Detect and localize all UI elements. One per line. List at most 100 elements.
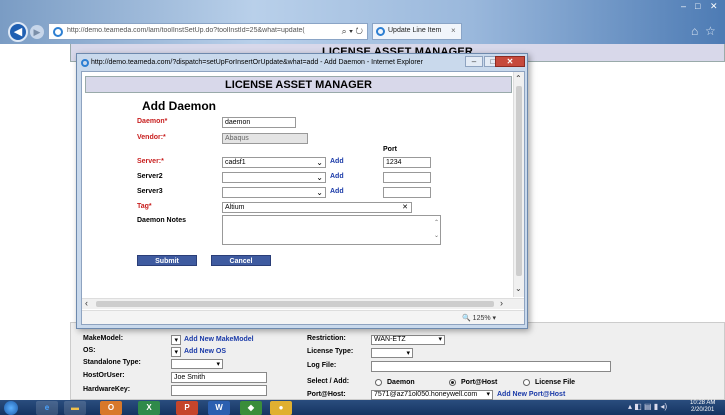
ie-taskbar-icon[interactable]: e — [36, 401, 58, 415]
server-select[interactable]: cadsf1 ⌄ — [222, 157, 326, 168]
clock[interactable]: 10:28 AM 2/20/201 — [690, 400, 715, 414]
popup-close-button[interactable]: ✕ — [495, 56, 525, 67]
hostoruser-input[interactable]: Joe Smith — [171, 372, 267, 383]
hostoruser-label: HostOrUser: — [83, 372, 125, 379]
server3-port-input[interactable] — [383, 187, 431, 198]
makemodel-label: MakeModel: — [83, 335, 124, 342]
radio-porthost-label: Port@Host — [461, 379, 498, 386]
textarea-scroll-icon: ⌃ ⌄ — [433, 220, 439, 239]
vertical-scroll-thumb[interactable] — [516, 86, 522, 276]
port-column-header: Port — [383, 146, 397, 153]
hardwarekey-label: HardwareKey: — [83, 386, 131, 393]
server-port-input[interactable]: 1234 — [383, 157, 431, 168]
server3-label: Server3 — [137, 188, 163, 195]
horizontal-scrollbar[interactable]: ‹ › — [82, 298, 524, 309]
ie-icon — [81, 59, 89, 67]
ie-icon — [53, 27, 63, 37]
close-window-icon[interactable]: ✕ — [710, 1, 718, 12]
submit-button[interactable]: Submit — [137, 255, 197, 266]
home-icon[interactable]: ⌂ — [691, 24, 698, 38]
porthost-label: Port@Host: — [307, 391, 346, 398]
forward-button[interactable]: ▶ — [30, 25, 44, 39]
popup-minimize-button[interactable]: – — [465, 56, 483, 67]
scroll-down-icon[interactable]: ⌄ — [515, 284, 522, 293]
daemon-notes-label: Daemon Notes — [137, 217, 187, 224]
search-refresh-icons[interactable]: ⌕ ▾ ↻ — [342, 26, 363, 37]
chevron-down-icon: ⌄ — [316, 158, 323, 167]
add-makemodel-link[interactable]: Add New MakeModel — [184, 336, 254, 343]
form-title: Add Daemon — [142, 99, 217, 113]
horizontal-scroll-thumb[interactable] — [96, 301, 494, 307]
add-os-link[interactable]: Add New OS — [184, 348, 226, 355]
daemon-notes-textarea[interactable]: ⌃ ⌄ — [222, 215, 441, 245]
radio-daemon[interactable] — [375, 379, 382, 386]
porthost-select[interactable]: 7571@az71ol050.honeywell.com ▾ — [371, 390, 493, 400]
popup-window-title: http://demo.teameda.com/?dispatch=setUpF… — [91, 59, 423, 66]
minimize-icon[interactable]: – — [681, 1, 686, 11]
server2-port-input[interactable] — [383, 172, 431, 183]
makemodel-select[interactable]: ▾ — [171, 335, 181, 345]
arrow-right-icon: ▶ — [33, 27, 41, 37]
standalone-type-select[interactable]: ▾ — [171, 359, 223, 369]
browser-chrome: – □ ✕ ◀ ▶ http://demo.teameda.com/lam/to… — [0, 0, 725, 44]
maximize-icon[interactable]: □ — [695, 1, 700, 11]
folder-taskbar-icon[interactable]: ▬ — [64, 401, 86, 415]
tag-value: Altium — [225, 204, 245, 211]
license-type-select[interactable]: ▾ — [371, 348, 413, 358]
start-button[interactable] — [4, 401, 18, 415]
zoom-control[interactable]: 🔍 125% ▾ — [462, 314, 496, 322]
server-value: cadsf1 — [225, 159, 246, 166]
app-taskbar-icon[interactable]: ◆ — [240, 401, 262, 415]
chevron-down-icon: ▾ — [174, 349, 178, 356]
chevron-down-icon: ▾ — [174, 337, 178, 344]
server3-select[interactable]: ⌄ — [222, 187, 326, 198]
ie-icon — [376, 27, 385, 36]
hardwarekey-input[interactable] — [171, 385, 267, 396]
select-add-label: Select / Add: — [307, 378, 350, 385]
chevron-down-icon: ⌄ — [316, 188, 323, 197]
daemon-label: Daemon* — [137, 118, 168, 125]
chevron-down-icon: ▾ — [406, 350, 410, 357]
word-taskbar-icon[interactable]: W — [208, 401, 230, 415]
os-label: OS: — [83, 347, 96, 354]
add-server2-link[interactable]: Add — [330, 173, 344, 180]
scroll-right-icon[interactable]: › — [500, 298, 503, 308]
tab-label: Update Line Item — [388, 27, 442, 34]
popup-header: LICENSE ASSET MANAGER — [85, 76, 512, 93]
outlook-taskbar-icon[interactable]: O — [100, 401, 122, 415]
vertical-scrollbar[interactable]: ⌃ ⌄ — [513, 72, 524, 297]
vendor-label: Vendor:* — [137, 134, 166, 141]
windows-taskbar: e ▬ O X P W ◆ ● ▴ ◧ ▤ ▮ ◂) 10:28 AM 2/20… — [0, 400, 725, 415]
add-server3-link[interactable]: Add — [330, 188, 344, 195]
scroll-up-icon[interactable]: ⌃ — [515, 74, 522, 83]
add-server-link[interactable]: Add — [330, 158, 344, 165]
restriction-select[interactable]: WAN-ETZ ▾ — [371, 335, 445, 345]
license-type-label: License Type: — [307, 348, 354, 355]
arrow-left-icon: ◀ — [13, 26, 23, 38]
vendor-input[interactable]: Abaqus — [222, 133, 308, 144]
clock-time: 10:28 AM — [690, 400, 716, 406]
server2-select[interactable]: ⌄ — [222, 172, 326, 183]
add-daemon-popup-window: http://demo.teameda.com/?dispatch=setUpF… — [76, 53, 528, 329]
log-file-label: Log File: — [307, 362, 337, 369]
log-file-input[interactable] — [371, 361, 611, 372]
powerpoint-taskbar-icon[interactable]: P — [176, 401, 198, 415]
standalone-type-label: Standalone Type: — [83, 359, 141, 366]
daemon-input[interactable]: daemon — [222, 117, 296, 128]
address-bar[interactable]: http://demo.teameda.com/lam/toolInstSetU… — [48, 23, 368, 40]
system-tray[interactable]: ▴ ◧ ▤ ▮ ◂) — [628, 402, 667, 411]
os-select[interactable]: ▾ — [171, 347, 181, 357]
favorites-star-icon[interactable]: ☆ — [705, 24, 716, 38]
tag-input[interactable]: Altium ✕ — [222, 202, 412, 213]
tab-update-line-item[interactable]: Update Line Item × — [372, 23, 462, 40]
tab-close-icon[interactable]: × — [451, 26, 456, 35]
clear-icon[interactable]: ✕ — [402, 203, 408, 212]
back-button[interactable]: ◀ — [8, 22, 28, 42]
chrome-taskbar-icon[interactable]: ● — [270, 401, 292, 415]
scroll-left-icon[interactable]: ‹ — [85, 298, 88, 308]
add-porthost-link[interactable]: Add New Port@Host — [497, 391, 565, 398]
radio-license-file[interactable] — [523, 379, 530, 386]
radio-porthost[interactable] — [449, 379, 456, 386]
cancel-button[interactable]: Cancel — [211, 255, 271, 266]
excel-taskbar-icon[interactable]: X — [138, 401, 160, 415]
